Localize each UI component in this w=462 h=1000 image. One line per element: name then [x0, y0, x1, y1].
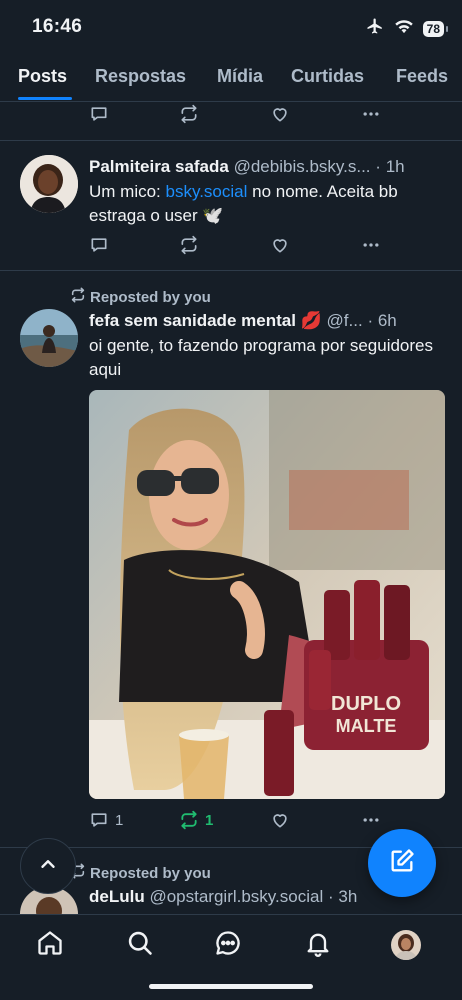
profile-tabs: Posts Respostas Mídia Curtidas Feeds [0, 56, 462, 102]
post-text: oi gente, to fazendo programa por seguid… [89, 336, 434, 379]
author-handle[interactable]: @debibis.bsky.s... [234, 157, 371, 176]
author-handle[interactable]: @f... [327, 311, 363, 330]
battery-indicator: 78 [422, 20, 449, 37]
repost-indicator: Reposted by you [70, 287, 211, 307]
tab-posts[interactable]: Posts [18, 66, 67, 87]
post-time: 6h [377, 311, 397, 330]
post-text: Um mico: bsky.social no nome. Aceita bb … [89, 180, 449, 228]
separator-dot: · [375, 157, 381, 176]
tab-midia[interactable]: Mídia [217, 66, 263, 87]
nav-profile[interactable] [390, 929, 422, 961]
product-logo-text: MALTE [336, 716, 397, 736]
author-name[interactable]: fefa sem sanidade mental 💋 [89, 311, 322, 330]
post-actions [89, 104, 389, 128]
chevron-up-icon [37, 853, 59, 880]
profile-avatar [391, 930, 421, 960]
post-header: fefa sem sanidade mental 💋 @f... · 6h [89, 311, 449, 331]
separator-dot: · [367, 311, 374, 330]
avatar[interactable] [20, 309, 78, 367]
more-options-button[interactable] [360, 235, 382, 255]
reply-button[interactable]: 1 [89, 810, 123, 830]
repost-button[interactable] [179, 235, 199, 255]
search-icon [126, 929, 154, 962]
tab-curtidas[interactable]: Curtidas [291, 66, 364, 87]
divider [0, 270, 462, 271]
scroll-to-top-button[interactable] [20, 838, 76, 894]
post-link[interactable]: bsky.social [166, 182, 248, 201]
repost-label: Reposted by you [90, 288, 211, 306]
bell-icon [304, 929, 332, 962]
post-time: 3h [338, 887, 358, 906]
nav-search[interactable] [124, 929, 156, 961]
compose-icon [388, 847, 416, 880]
like-button[interactable] [270, 810, 290, 830]
repost-button[interactable]: 1 [179, 810, 213, 830]
nav-chat[interactable] [212, 929, 244, 961]
status-bar: 16:46 78 [0, 0, 462, 56]
chat-icon [214, 929, 242, 962]
compose-post-button[interactable] [368, 829, 436, 897]
repost-button[interactable] [179, 104, 199, 124]
home-indicator [149, 984, 313, 989]
like-button[interactable] [270, 104, 290, 124]
reply-button[interactable] [89, 104, 109, 124]
reply-button[interactable] [89, 235, 109, 255]
author-name[interactable]: deLulu [89, 887, 145, 906]
repost-indicator: Reposted by you [70, 863, 211, 883]
post-image[interactable]: DUPLO MALTE [89, 390, 445, 799]
wifi-icon [394, 18, 414, 39]
separator-dot: · [327, 887, 334, 906]
tab-respostas[interactable]: Respostas [95, 66, 186, 87]
author-handle[interactable]: @opstargirl.bsky.social [149, 887, 323, 906]
repost-icon [70, 287, 86, 307]
reply-count: 1 [115, 811, 124, 829]
post-time: 1h [385, 157, 405, 176]
nav-home[interactable] [34, 929, 66, 961]
repost-label: Reposted by you [90, 864, 211, 882]
post-actions [89, 235, 389, 259]
nav-notifications[interactable] [302, 929, 334, 961]
repost-count: 1 [205, 811, 214, 829]
active-tab-indicator [18, 97, 72, 100]
post-actions: 1 1 [89, 810, 389, 834]
status-icons: 78 [365, 17, 449, 40]
more-options-button[interactable] [360, 104, 382, 124]
avatar[interactable] [20, 155, 78, 213]
divider [0, 140, 462, 141]
tab-feeds[interactable]: Feeds [396, 66, 448, 87]
more-options-button[interactable] [360, 810, 382, 830]
product-logo-text: DUPLO [331, 693, 401, 715]
like-button[interactable] [270, 235, 290, 255]
home-icon [36, 929, 64, 962]
airplane-icon [365, 17, 385, 40]
post-header: Palmiteira safada @debibis.bsky.s... · 1… [89, 157, 449, 177]
post-text-part: Um mico: [89, 182, 166, 201]
status-time: 16:46 [32, 16, 83, 37]
author-name[interactable]: Palmiteira safada [89, 157, 229, 176]
